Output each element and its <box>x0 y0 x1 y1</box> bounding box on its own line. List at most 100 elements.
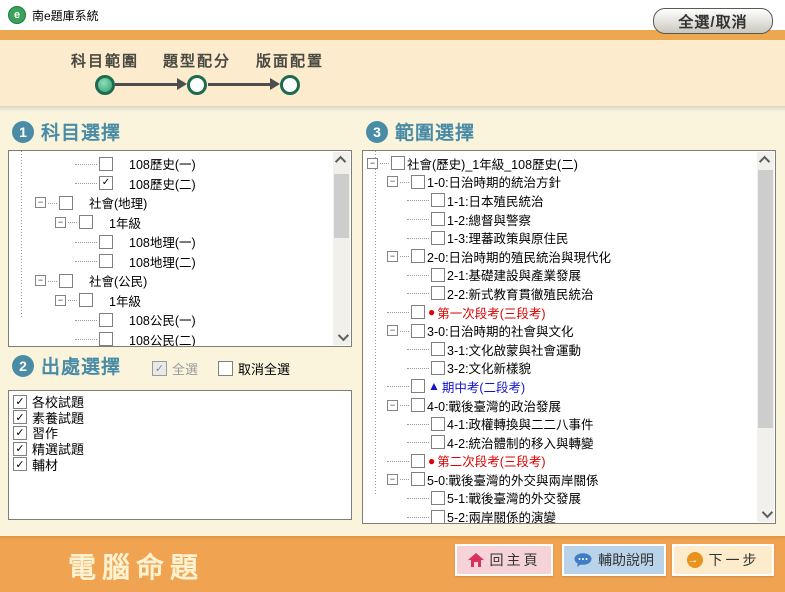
step-circle[interactable] <box>187 75 207 95</box>
checkbox-checked-icon[interactable]: ✓ <box>13 426 27 440</box>
scope-tree-scrollbar[interactable] <box>757 152 774 522</box>
tree-node[interactable]: 1-1:日本殖民統治 <box>363 191 775 210</box>
scroll-down-icon[interactable] <box>757 506 774 522</box>
tree-node[interactable]: −1年級 <box>11 291 351 311</box>
tree-checkbox[interactable] <box>79 215 93 229</box>
tree-checkbox[interactable] <box>411 379 425 393</box>
tree-node[interactable]: ✓108歷史(二) <box>11 174 351 194</box>
tree-checkbox[interactable] <box>391 156 405 170</box>
tree-checkbox[interactable] <box>79 293 93 307</box>
tree-node[interactable]: −社會(歷史)_1年級_108歷史(二) <box>363 154 775 173</box>
expander-minus-icon[interactable]: − <box>387 251 398 262</box>
expander-minus-icon[interactable]: − <box>35 275 46 286</box>
tree-checkbox[interactable] <box>59 274 73 288</box>
scroll-up-icon[interactable] <box>333 152 350 168</box>
tree-checkbox[interactable] <box>431 212 445 226</box>
tree-checkbox[interactable] <box>431 193 445 207</box>
tree-checkbox[interactable] <box>431 417 445 431</box>
next-step-button[interactable]: → 下一步 <box>672 544 774 576</box>
tree-node[interactable]: −1-0:日治時期的統治方針 <box>363 173 775 192</box>
tree-node[interactable]: −5-0:戰後臺灣的外交與兩岸關係 <box>363 470 775 489</box>
checkbox-checked-icon[interactable]: ✓ <box>13 442 27 456</box>
tree-checkbox[interactable] <box>59 196 73 210</box>
tree-node[interactable]: −社會(公民) <box>11 271 351 291</box>
tree-node[interactable]: −2-0:日治時期的殖民統治與現代化 <box>363 247 775 266</box>
tree-node[interactable]: 3-2:文化新樣貌 <box>363 359 775 378</box>
source-list-item[interactable]: ✓素養試題 <box>13 410 347 426</box>
tree-checkbox[interactable] <box>431 491 445 505</box>
tree-checkbox[interactable] <box>99 254 113 268</box>
tree-node[interactable]: 2-2:新式教育貫徹殖民統治 <box>363 284 775 303</box>
checkbox-checked-icon[interactable]: ✓ <box>13 395 27 409</box>
tree-node[interactable]: 1-3:理蕃政策與原住民 <box>363 228 775 247</box>
source-list-item[interactable]: ✓輔材 <box>13 456 347 472</box>
tree-checkbox[interactable] <box>411 472 425 486</box>
expander-minus-icon[interactable]: − <box>35 197 46 208</box>
tree-node[interactable]: 108歷史(一) <box>11 154 351 174</box>
tree-checkbox[interactable] <box>431 286 445 300</box>
tree-checkbox[interactable]: ✓ <box>99 176 113 190</box>
checkbox-icon[interactable] <box>218 361 233 376</box>
help-button[interactable]: 輔助說明 <box>562 544 666 576</box>
tree-checkbox[interactable] <box>431 435 445 449</box>
step-subject-range[interactable]: 科目範圍 <box>67 50 143 95</box>
tree-checkbox[interactable] <box>411 175 425 189</box>
tree-checkbox[interactable] <box>411 249 425 263</box>
home-button[interactable]: 回主頁 <box>455 544 553 576</box>
tree-node[interactable]: 5-1:戰後臺灣的外交發展 <box>363 489 775 508</box>
tree-checkbox[interactable] <box>431 510 445 523</box>
tree-node[interactable]: ▲期中考(二段考) <box>363 377 775 396</box>
step-circle-active[interactable] <box>95 75 115 95</box>
tree-node[interactable]: −3-0:日治時期的社會與文化 <box>363 321 775 340</box>
tree-checkbox[interactable] <box>411 398 425 412</box>
tree-checkbox[interactable] <box>431 361 445 375</box>
deselect-all-checkbox[interactable]: 取消全選 <box>218 359 290 378</box>
tree-node[interactable]: −社會(地理) <box>11 193 351 213</box>
expander-minus-icon[interactable]: − <box>387 325 398 336</box>
checkbox-checked-icon[interactable]: ✓ <box>13 410 27 424</box>
tree-node[interactable]: −1年級 <box>11 213 351 233</box>
expander-minus-icon[interactable]: − <box>55 295 66 306</box>
scroll-down-icon[interactable] <box>333 329 350 345</box>
tree-node[interactable]: 5-2:兩岸關係的演變 <box>363 507 775 523</box>
checkbox-checked-icon[interactable]: ✓ <box>13 457 27 471</box>
tree-checkbox[interactable] <box>99 313 113 327</box>
expander-minus-icon[interactable]: − <box>387 400 398 411</box>
expander-minus-icon[interactable]: − <box>55 217 66 228</box>
expander-minus-icon[interactable]: − <box>367 158 378 169</box>
scroll-up-icon[interactable] <box>757 152 774 168</box>
tree-checkbox[interactable] <box>99 235 113 249</box>
tree-checkbox[interactable] <box>411 305 425 319</box>
subject-tree-scrollbar[interactable] <box>333 152 350 345</box>
scrollbar-thumb[interactable] <box>334 174 349 238</box>
step-circle[interactable] <box>280 75 300 95</box>
tree-node[interactable]: 2-1:基礎建設與產業發展 <box>363 266 775 285</box>
tree-node[interactable]: 1-2:總督與警察 <box>363 210 775 229</box>
select-all-checkbox[interactable]: ✓ 全選 <box>152 359 198 378</box>
tree-node[interactable]: 4-1:政權轉換與二二八事件 <box>363 414 775 433</box>
scrollbar-thumb[interactable] <box>758 170 773 428</box>
tree-checkbox[interactable] <box>431 342 445 356</box>
tree-node[interactable]: 3-1:文化啟蒙與社會運動 <box>363 340 775 359</box>
tree-checkbox[interactable] <box>99 157 113 171</box>
tree-checkbox[interactable] <box>431 268 445 282</box>
tree-node[interactable]: 4-2:統治體制的移入與轉變 <box>363 433 775 452</box>
tree-checkbox[interactable] <box>411 454 425 468</box>
source-list-item[interactable]: ✓精選試題 <box>13 441 347 457</box>
tree-node[interactable]: 108公民(二) <box>11 330 351 347</box>
tree-checkbox[interactable] <box>431 231 445 245</box>
step-question-allocation[interactable]: 題型配分 <box>159 50 235 95</box>
checkbox-checked-icon[interactable]: ✓ <box>152 361 167 376</box>
expander-minus-icon[interactable]: − <box>387 176 398 187</box>
expander-minus-icon[interactable]: − <box>387 474 398 485</box>
tree-checkbox[interactable] <box>411 324 425 338</box>
tree-node[interactable]: 108公民(一) <box>11 310 351 330</box>
step-layout[interactable]: 版面配置 <box>252 50 328 95</box>
tree-node[interactable]: −4-0:戰後臺灣的政治發展 <box>363 396 775 415</box>
select-all-toggle-button[interactable]: 全選/取消 <box>653 8 773 34</box>
tree-checkbox[interactable] <box>99 332 113 346</box>
tree-node[interactable]: ●第二次段考(三段考) <box>363 452 775 471</box>
tree-node[interactable]: 108地理(一) <box>11 232 351 252</box>
tree-node[interactable]: 108地理(二) <box>11 252 351 272</box>
tree-node[interactable]: ●第一次段考(三段考) <box>363 303 775 322</box>
